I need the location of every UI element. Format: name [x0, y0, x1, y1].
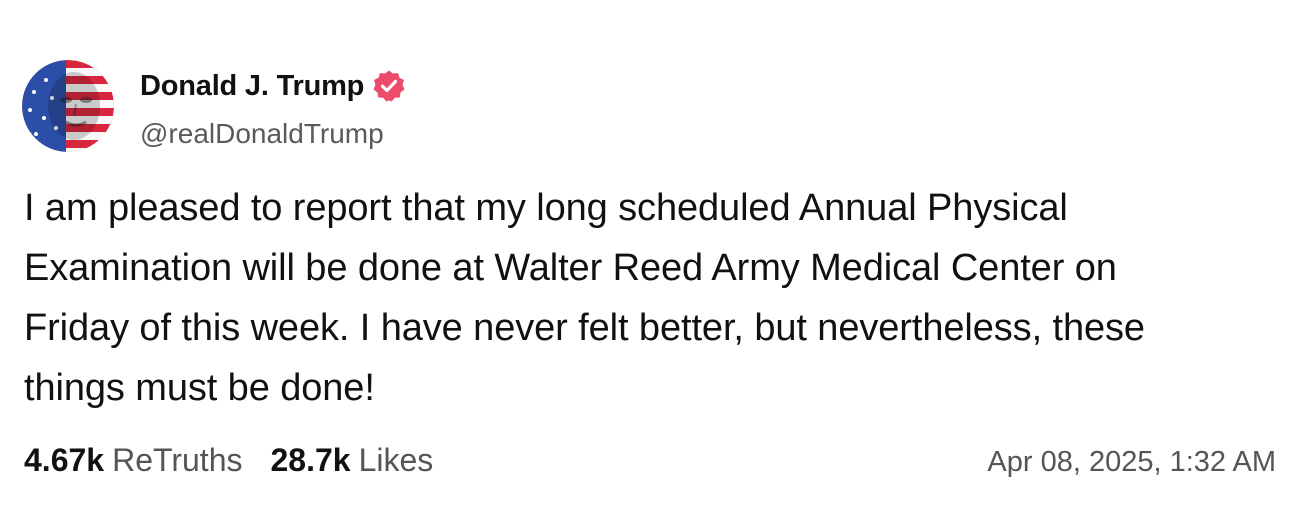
likes-stat[interactable]: 28.7k Likes [270, 440, 433, 480]
likes-count: 28.7k [270, 442, 351, 478]
post-text: I am pleased to report that my long sche… [24, 187, 1145, 409]
flag-portrait-avatar-icon [22, 60, 114, 152]
author-handle[interactable]: @realDonaldTrump [140, 116, 384, 152]
author-avatar[interactable] [22, 60, 114, 152]
truth-post: Donald J. Trump @realDonaldTrump I am pl… [0, 0, 1300, 505]
post-stats: 4.67k ReTruths 28.7k Likes [24, 440, 461, 480]
author-name-row: Donald J. Trump [140, 68, 406, 104]
retruths-stat[interactable]: 4.67k ReTruths [24, 440, 242, 480]
retruths-label: ReTruths [112, 442, 243, 478]
verified-badge-icon [372, 69, 406, 103]
author-name[interactable]: Donald J. Trump [140, 68, 364, 104]
retruths-count: 4.67k [24, 442, 105, 478]
likes-label: Likes [358, 442, 434, 478]
post-timestamp[interactable]: Apr 08, 2025, 1:32 AM [987, 442, 1276, 482]
